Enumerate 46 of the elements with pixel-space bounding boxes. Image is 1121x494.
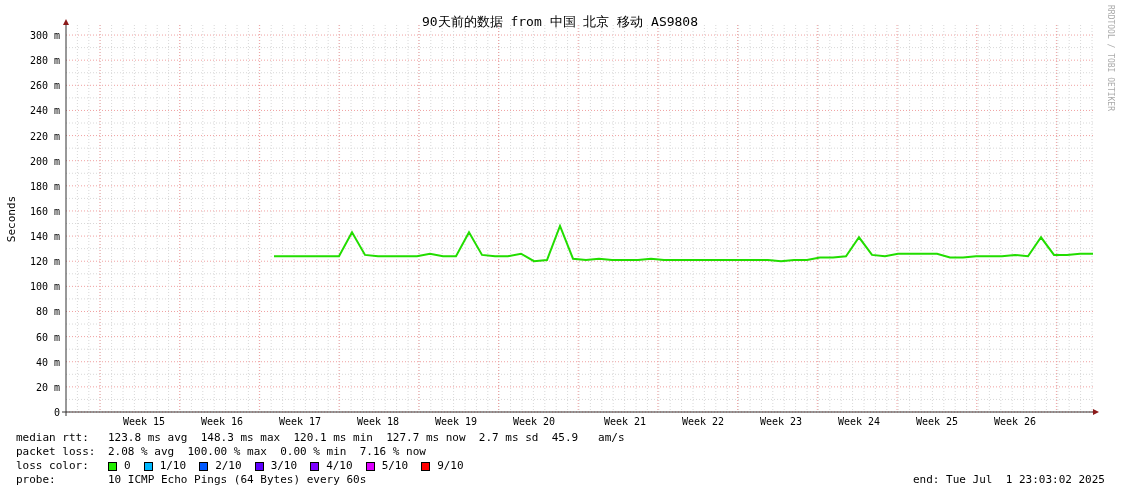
y-tick-label: 200 m — [29, 155, 60, 167]
y-tick-label: 220 m — [29, 130, 60, 142]
y-axis-label: Seconds — [5, 195, 18, 243]
y-tick-label: 160 m — [29, 205, 60, 217]
y-tick-label: 300 m — [29, 30, 60, 42]
legend-text: 9/10 — [437, 459, 464, 473]
stat-values: 123.8 ms avg 148.3 ms max 120.1 ms min 127.7 ms now 2.7 ms sd 45.9 am/s — [108, 431, 625, 445]
x-tick-label: Week 19 — [434, 416, 478, 427]
legend-text: 0 — [124, 459, 131, 473]
y-tick-label: 260 m — [29, 80, 60, 92]
legend-label: loss color: — [16, 459, 90, 473]
legend-text: 3/10 — [270, 459, 298, 473]
y-tick-label: 40 m — [35, 356, 60, 368]
y-tick-label: 100 m — [29, 281, 60, 293]
probe-text: 10 ICMP Echo Pings (64 Bytes) every 60s — [108, 473, 367, 487]
chart-title: 90天前的数据 from 中国 北京 移动 AS9808 — [421, 14, 699, 29]
probe-label: probe: — [16, 473, 57, 487]
x-tick-label: Week 20 — [512, 416, 556, 427]
y-tick-label: 60 m — [35, 331, 60, 343]
y-tick-label: 120 m — [29, 256, 60, 268]
stat-label: median rtt: — [16, 431, 90, 445]
y-tick-label: 80 m — [35, 306, 60, 318]
legend-text: 5/10 — [381, 459, 409, 473]
x-tick-label: Week 24 — [837, 416, 881, 427]
x-tick-label: Week 17 — [278, 416, 322, 427]
y-tick-label: 20 m — [35, 381, 60, 393]
x-tick-label: Week 15 — [122, 416, 166, 427]
stat-label: packet loss: — [16, 445, 97, 459]
x-tick-label: Week 22 — [681, 416, 725, 427]
stat-values: 2.08 % avg 100.00 % max 0.00 % min 7.16 % now — [108, 445, 426, 459]
y-tick-label: 240 m — [29, 105, 60, 117]
x-tick-label: Week 25 — [915, 416, 959, 427]
x-tick-label: Week 21 — [603, 416, 647, 427]
end-time: end: Tue Jul 1 23:03:02 2025 — [912, 473, 1105, 487]
x-tick-label: Week 26 — [993, 416, 1037, 427]
watermark-text: RRDTOOL / TOBI OETIKER — [1106, 5, 1115, 111]
x-tick-label: Week 16 — [200, 416, 244, 427]
legend-text: 1/10 — [159, 459, 187, 473]
x-tick-label: Week 18 — [356, 416, 400, 427]
y-tick-label: 280 m — [29, 55, 60, 67]
x-tick-label: Week 23 — [759, 416, 803, 427]
y-tick-label: 180 m — [29, 180, 60, 192]
legend-text: 4/10 — [326, 459, 353, 473]
y-tick-label: 0 — [53, 407, 60, 418]
y-tick-label: 140 m — [29, 231, 60, 243]
legend-text: 2/10 — [215, 459, 242, 473]
